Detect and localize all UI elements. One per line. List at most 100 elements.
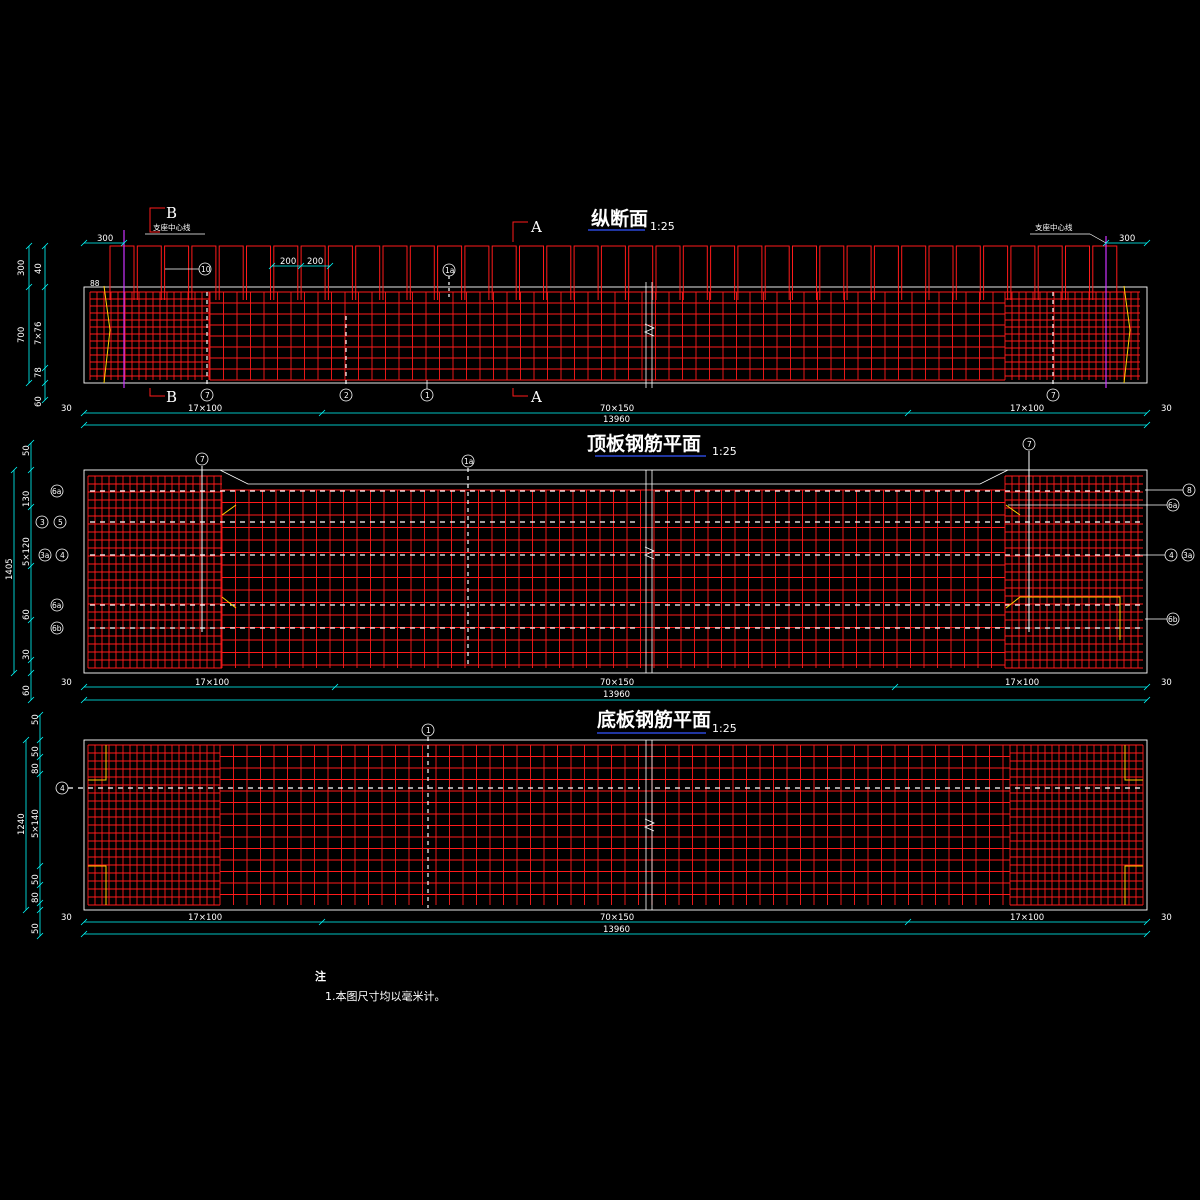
svg-text:6a: 6a — [52, 487, 61, 496]
top-dim-left-3: 5×120 — [22, 537, 32, 566]
svg-text:3: 3 — [40, 518, 45, 527]
cut-mark-a-top — [512, 221, 528, 242]
top-dim-bottom-seg3: 17×100 — [1005, 678, 1039, 688]
top-mark-left-3a: 3a — [38, 548, 52, 562]
long-dim-left-4: 78 — [34, 367, 44, 378]
svg-text:6b: 6b — [1168, 615, 1178, 624]
bottom-dim-bottom-seg3: 17×100 — [1010, 913, 1044, 923]
top-mark-right-8: 8 — [1182, 483, 1196, 497]
svg-text:1a: 1a — [464, 457, 473, 466]
bottom-dim-bottom-left-end: 30 — [61, 913, 72, 923]
support-label-leader-right — [1089, 233, 1107, 244]
long-dim-top-2: 200 — [307, 257, 323, 267]
bottom-slab-plan-view — [22, 711, 1151, 940]
long-dim-left-2: 700 — [17, 327, 27, 343]
section-mark-b-bottom: B — [166, 388, 177, 406]
svg-text:8: 8 — [1187, 486, 1192, 495]
top-plan-scale: 1:25 — [712, 445, 737, 458]
top-slab-outline — [83, 469, 1148, 674]
long-dim-bottom-seg1: 17×100 — [188, 404, 222, 414]
svg-text:1: 1 — [425, 391, 430, 400]
svg-text:6b: 6b — [52, 624, 62, 633]
bottom-dim-left-1: 1240 — [17, 813, 27, 835]
top-mark-left-4: 4 — [55, 548, 69, 562]
top-mark-right-3a: 3a — [1181, 548, 1195, 562]
svg-text:7: 7 — [205, 391, 210, 400]
top-slab-plan-view — [10, 439, 1183, 704]
top-haunch-outline — [219, 469, 1009, 485]
long-dim-top-0: 300 — [97, 234, 113, 244]
bottom-corner-tr — [1124, 745, 1143, 781]
section-mark-b-top: B — [166, 204, 177, 222]
top-plan-title: 顶板钢筋平面 — [587, 432, 701, 455]
long-mark-1: 1 — [420, 388, 434, 402]
cut-mark-a-bottom — [512, 388, 528, 397]
top-mark-right-4: 4 — [1164, 548, 1178, 562]
long-dim-left-3: 7×76 — [34, 322, 44, 345]
top-haunch-left-upper — [221, 504, 237, 516]
bottom-corner-bl — [88, 865, 107, 905]
cut-mark-b-bottom — [149, 388, 165, 397]
top-mark-right-6b: 6b — [1166, 612, 1180, 626]
top-mark-left-6a-1: 6a — [50, 484, 64, 498]
long-dim-left-0: 300 — [17, 260, 27, 276]
bottom-mark-1: 1 — [421, 723, 435, 737]
long-dim-bottom-left-end: 30 — [61, 404, 72, 414]
top-mark-top-7-right: 7 — [1022, 437, 1036, 451]
top-mark-left-3: 3 — [35, 515, 49, 529]
bottom-dim-total: 13960 — [603, 925, 630, 935]
bottom-dim-left-4: 5×140 — [31, 809, 41, 838]
bottom-plan-scale: 1:25 — [712, 722, 737, 735]
bottom-dim-left-3: 80 — [31, 763, 41, 774]
bottom-dim-left-5: 50 — [31, 874, 41, 885]
long-mark-1a: 1a — [442, 263, 456, 277]
bottom-dim-bottom-seg2: 70×150 — [600, 913, 634, 923]
svg-text:3a: 3a — [40, 551, 49, 560]
svg-text:3a: 3a — [1183, 551, 1192, 560]
top-dim-left-5: 30 — [22, 649, 32, 660]
long-dim-left-5: 60 — [34, 396, 44, 407]
top-mark-left-6a-2: 6a — [50, 598, 64, 612]
svg-text:5: 5 — [58, 518, 63, 527]
top-dim-left-2: 130 — [22, 491, 32, 507]
svg-text:7: 7 — [1027, 440, 1032, 449]
long-dim-total: 13960 — [603, 415, 630, 425]
long-dim-left-1: 40 — [34, 263, 44, 274]
longitudinal-section-view — [25, 207, 1151, 429]
long-section-title: 纵断面 — [591, 207, 648, 230]
bottom-dim-left-7: 50 — [31, 923, 41, 934]
section-mark-a-top: A — [530, 218, 542, 236]
support-centerline-label-right: 支座中心线 — [1035, 222, 1073, 232]
bottom-dim-left-2: 50 — [31, 746, 41, 757]
long-mark-2: 2 — [339, 388, 353, 402]
svg-text:4: 4 — [60, 784, 65, 793]
bridge-rebar-drawing: 纵断面 1:25 B B A A 支座中心线 支座中心线 300 200 200… — [5, 204, 1196, 1003]
svg-text:6a: 6a — [52, 601, 61, 610]
svg-text:1: 1 — [426, 726, 431, 735]
bottom-dim-left-0: 50 — [31, 714, 41, 725]
svg-text:10: 10 — [201, 265, 211, 274]
svg-text:4: 4 — [1169, 551, 1174, 560]
top-dim-left-1: 1405 — [5, 558, 15, 580]
top-dim-bottom-seg1: 17×100 — [195, 678, 229, 688]
top-dim-total: 13960 — [603, 690, 630, 700]
top-dim-bottom-left-end: 30 — [61, 678, 72, 688]
top-dim-bottom-seg2: 70×150 — [600, 678, 634, 688]
bottom-dim-bottom-seg1: 17×100 — [188, 913, 222, 923]
bottom-plan-title: 底板钢筋平面 — [597, 708, 711, 731]
long-mark-7-left: 7 — [200, 388, 214, 402]
svg-text:7: 7 — [200, 455, 205, 464]
top-dim-left-0: 50 — [22, 445, 32, 456]
long-edge-bar-left — [103, 285, 111, 384]
svg-text:6a: 6a — [1168, 501, 1177, 510]
top-mark-top-7-left: 7 — [195, 452, 209, 466]
bottom-corner-br — [1124, 865, 1143, 905]
top-mark-left-6b: 6b — [50, 621, 64, 635]
notes-item-1: 1.本图尺寸均以毫米计。 — [325, 989, 446, 1003]
top-dim-left-6: 60 — [22, 685, 32, 696]
bottom-corner-tl — [88, 745, 107, 781]
svg-text:4: 4 — [60, 551, 65, 560]
section-mark-a-bottom: A — [530, 388, 542, 406]
bottom-mark-4: 4 — [55, 781, 69, 795]
top-mark-left-5: 5 — [53, 515, 67, 529]
